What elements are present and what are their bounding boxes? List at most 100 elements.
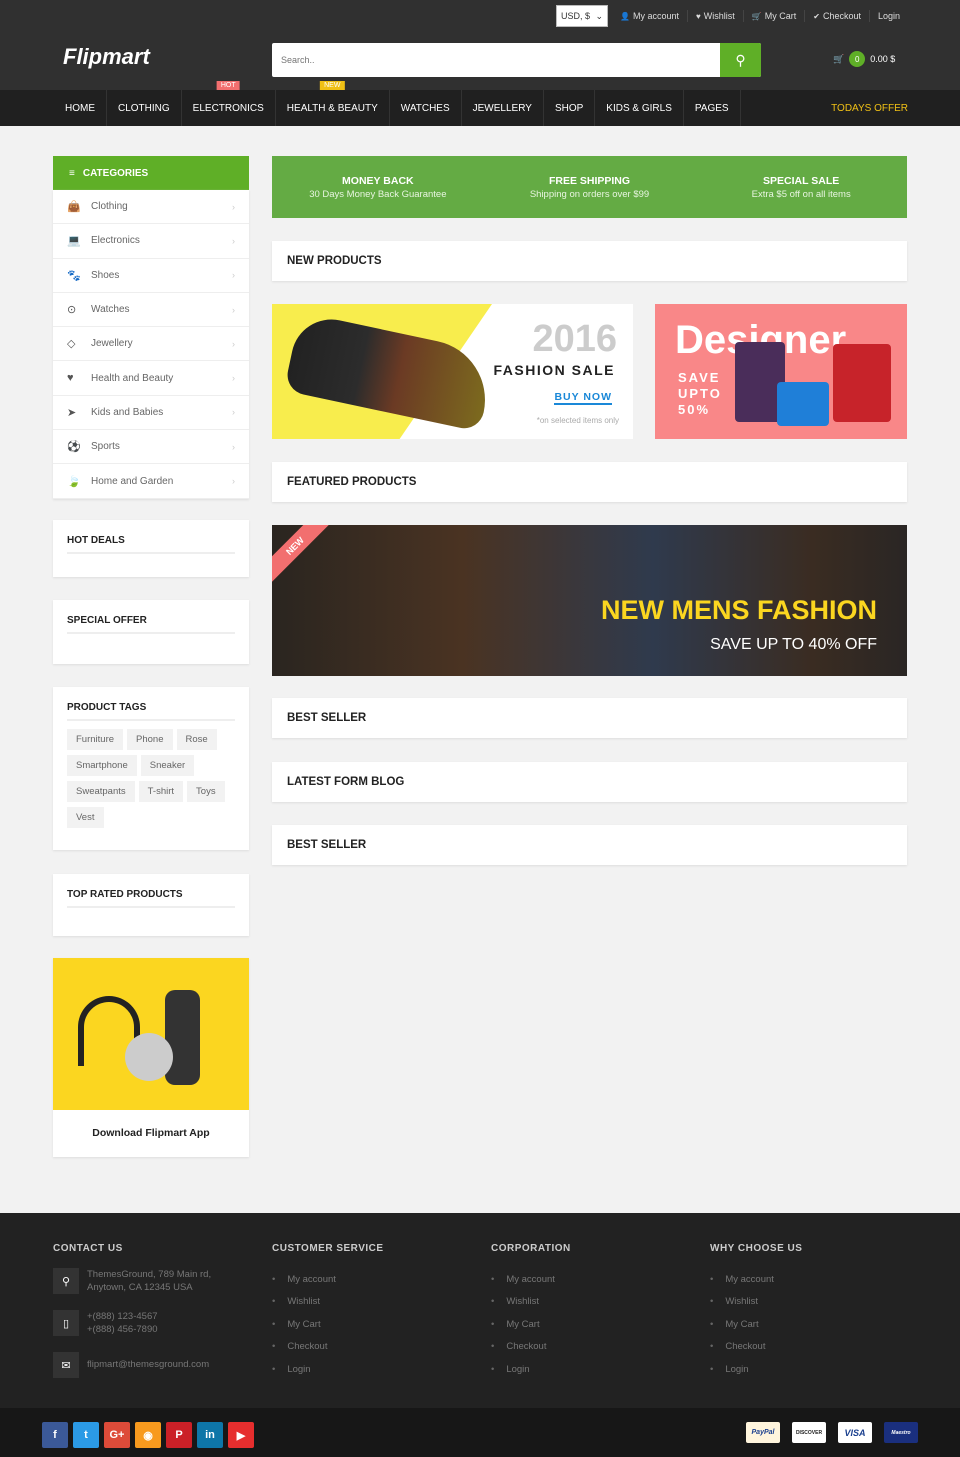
diamond-icon: ◇ [67,338,76,351]
info-title: FREE SHIPPING [548,174,631,187]
tag[interactable]: Vest [67,807,104,828]
nav-label: WATCHES [400,102,450,114]
footer-link[interactable]: My account [491,1268,571,1291]
tag[interactable]: Toys [187,781,225,802]
tag[interactable]: Sneaker [140,755,195,776]
footer-link[interactable]: Login [272,1358,384,1381]
nav-label: KIDS & GIRLS [606,102,672,114]
footer-link[interactable]: Checkout [272,1336,384,1359]
discover-icon: DISCOVER [792,1422,826,1443]
category-health-beauty[interactable]: ♥ Health and Beauty › [53,361,249,396]
footer-link[interactable]: My Cart [491,1313,571,1336]
category-kids-babies[interactable]: ➤ Kids and Babies › [53,396,249,431]
football-icon: ⚽ [67,441,81,454]
category-label: Clothing [91,201,128,213]
info-title: SPECIAL SALE [763,174,840,187]
todays-offer-link[interactable]: TODAYS OFFER [831,90,908,126]
footer-bottom-bar: f t G+ ◉ P in ▶ PayPal DISCOVER VISA Mae… [0,1408,960,1457]
nav-kids-girls[interactable]: KIDS & GIRLS [595,90,684,126]
nav-clothing[interactable]: CLOTHING [107,90,182,126]
header-cart[interactable]: 🛒 0 0.00 $ [833,51,895,67]
mens-fashion-banner[interactable]: NEW NEW MENS FASHION SAVE UP TO 40% OFF [272,525,907,676]
tag[interactable]: Phone [127,729,173,750]
tag[interactable]: Smartphone [67,755,137,776]
currency-select[interactable]: USD, $ ⌄ [556,5,609,27]
category-shoes[interactable]: 🐾 Shoes › [53,259,249,293]
section-featured-products: FEATURED PRODUCTS [272,462,907,502]
app-download-banner[interactable]: Download Flipmart App [53,958,249,1157]
section-best-seller: BEST SELLER [272,698,907,738]
footer-link[interactable]: Wishlist [491,1291,571,1314]
banner-title: NEW MENS FASHION [600,595,877,625]
wishlist-link[interactable]: ♥ Wishlist [688,10,744,22]
widget-title: PRODUCT TAGS [67,702,235,721]
tag[interactable]: T-shirt [138,781,184,802]
tag[interactable]: Furniture [67,729,124,750]
footer-link[interactable]: Login [491,1358,571,1381]
my-cart-link[interactable]: 🛒 My Cart [744,10,806,22]
category-label: Electronics [91,235,140,247]
footer-link[interactable]: Login [710,1358,802,1381]
footer-link[interactable]: Wishlist [272,1291,384,1314]
chevron-down-icon: ⌄ [595,10,604,21]
categories-title: CATEGORIES [82,167,149,179]
login-link[interactable]: Login [870,10,908,22]
footer-link[interactable]: My Cart [710,1313,802,1336]
app-banner-image [53,958,249,1110]
cart-total: 0.00 $ [870,54,896,64]
footer-link[interactable]: Checkout [710,1336,802,1359]
twitter-icon[interactable]: t [73,1422,99,1448]
category-electronics[interactable]: 💻 Electronics › [53,224,249,259]
link-label: My account [632,11,680,21]
footer-why-choose-us: WHY CHOOSE US My accountWishlistMy CartC… [710,1243,802,1381]
phone: +(888) 123-4567 [87,1311,158,1322]
chevron-right-icon: › [232,373,235,384]
category-clothing[interactable]: 👜 Clothing › [53,190,249,225]
nav-shop[interactable]: SHOP [544,90,596,126]
category-sports[interactable]: ⚽ Sports › [53,430,249,465]
google-plus-icon[interactable]: G+ [104,1422,130,1448]
footer-link[interactable]: Wishlist [710,1291,802,1314]
buy-now-link[interactable]: BUY NOW [554,391,612,405]
my-account-link[interactable]: 👤 My account [612,10,689,22]
tag[interactable]: Rose [176,729,217,750]
fashion-sale-banner[interactable]: 2016 FASHION SALE BUY NOW *on selected i… [272,304,633,439]
category-home-garden[interactable]: 🍃 Home and Garden › [53,464,249,499]
email-link[interactable]: flipmart@themesground.com [87,1352,209,1378]
nav-label: CLOTHING [118,102,170,114]
footer-link[interactable]: Checkout [491,1336,571,1359]
nav-pages[interactable]: PAGES [684,90,741,126]
pinterest-icon[interactable]: P [166,1422,192,1448]
link-label: Login [877,11,900,21]
nav-health-beauty[interactable]: NEW HEALTH & BEAUTY [276,81,390,126]
checkout-link[interactable]: ✔ Checkout [805,10,870,22]
heartbeat-icon: ♥ [67,372,74,385]
logo[interactable]: Flipmart [63,44,150,70]
footer-link[interactable]: My account [710,1268,802,1291]
category-label: Watches [91,304,130,316]
nav-watches[interactable]: WATCHES [390,90,462,126]
section-latest-blog: LATEST FORM BLOG [272,762,907,802]
linkedin-icon[interactable]: in [197,1422,223,1448]
category-watches[interactable]: ⊙ Watches › [53,293,249,328]
banner-save: SAVE [678,370,721,385]
new-badge: NEW [320,81,345,90]
top-rated-widget: TOP RATED PRODUCTS [53,874,249,936]
search-button[interactable]: ⚲ [720,43,761,77]
footer-link[interactable]: My Cart [272,1313,384,1336]
rss-icon[interactable]: ◉ [135,1422,161,1448]
nav-home[interactable]: HOME [54,90,107,126]
menu-icon: ≡ [69,167,75,179]
tag[interactable]: Sweatpants [67,781,135,802]
nav-electronics[interactable]: HOT ELECTRONICS [182,81,276,126]
paper-plane-icon: ➤ [67,406,77,419]
banner-subtitle: SAVE UP TO 40% OFF [710,636,877,653]
clock-icon: ⊙ [67,304,77,317]
category-jewellery[interactable]: ◇ Jewellery › [53,327,249,362]
nav-jewellery[interactable]: JEWELLERY [462,90,544,126]
youtube-icon[interactable]: ▶ [228,1422,254,1448]
facebook-icon[interactable]: f [42,1422,68,1448]
footer-link[interactable]: My account [272,1268,384,1291]
search-input[interactable] [272,43,720,77]
designer-banner[interactable]: Designer SAVE UPTO 50% [655,304,907,439]
